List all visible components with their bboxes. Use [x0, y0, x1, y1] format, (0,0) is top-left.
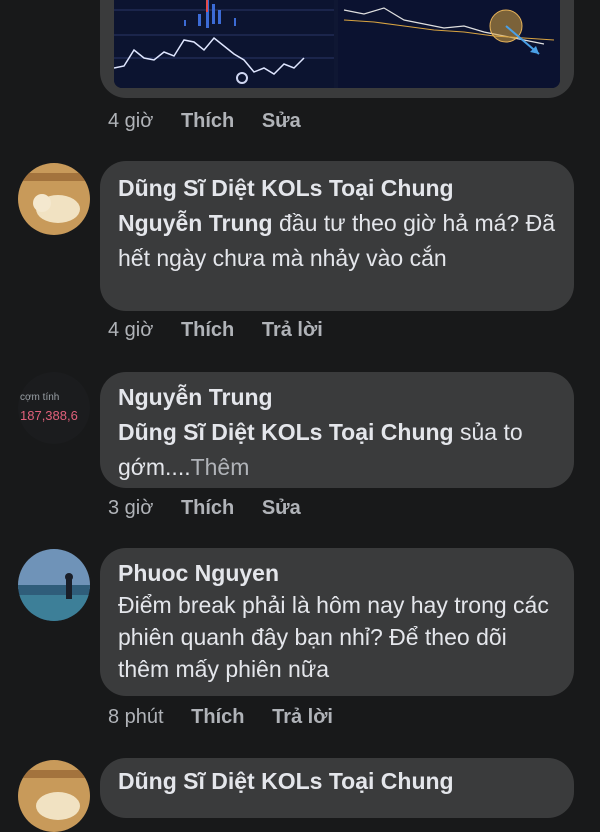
- like-button[interactable]: Thích: [181, 497, 234, 519]
- comment-bubble[interactable]: Nguyễn Trung Dũng Sĩ Diệt KOLs Toại Chun…: [100, 372, 574, 488]
- avatar-number: 187,388,6: [20, 408, 78, 423]
- comment-bubble[interactable]: Dũng Sĩ Diệt KOLs Toại Chung: [100, 758, 574, 818]
- comment-author[interactable]: Dũng Sĩ Diệt KOLs Toại Chung: [118, 768, 556, 795]
- avatar[interactable]: cợm tính 187,388,6: [18, 372, 90, 444]
- reply-button[interactable]: Trả lời: [262, 319, 323, 341]
- time-label: 3 giờ: [108, 497, 154, 519]
- like-button[interactable]: Thích: [181, 110, 234, 132]
- comment-bubble[interactable]: Dũng Sĩ Diệt KOLs Toại Chung Nguyễn Trun…: [100, 161, 574, 311]
- time-label: 8 phút: [108, 706, 164, 728]
- comment-bubble[interactable]: Phuoc Nguyen Điểm break phải là hôm nay …: [100, 548, 574, 696]
- mention-link[interactable]: Dũng Sĩ Diệt KOLs Toại Chung: [118, 419, 454, 445]
- comment-actions: 3 giờ Thích Sửa: [108, 497, 323, 520]
- like-button[interactable]: Thích: [191, 706, 244, 728]
- reply-button[interactable]: Trả lời: [272, 706, 333, 728]
- image-attachment-card[interactable]: [100, 0, 574, 98]
- time-label: 4 giờ: [108, 319, 154, 341]
- edit-button[interactable]: Sửa: [262, 110, 301, 132]
- comment-actions: 4 giờ Thích Trả lời: [108, 319, 345, 342]
- comment-actions: 8 phút Thích Trả lời: [108, 706, 355, 729]
- comment-text: Điểm break phải là hôm nay hay trong các…: [118, 592, 549, 682]
- mention-link[interactable]: Nguyễn Trung: [118, 210, 273, 236]
- like-button[interactable]: Thích: [181, 319, 234, 341]
- comment-author[interactable]: Nguyễn Trung: [118, 384, 556, 411]
- image-post-actions: 4 giờ Thích Sửa: [108, 110, 323, 133]
- avatar[interactable]: [18, 163, 90, 235]
- edit-button[interactable]: Sửa: [262, 497, 301, 519]
- comment-author[interactable]: Dũng Sĩ Diệt KOLs Toại Chung: [118, 175, 556, 202]
- avatar[interactable]: [18, 549, 90, 621]
- avatar[interactable]: [18, 760, 90, 832]
- comment-author[interactable]: Phuoc Nguyen: [118, 560, 556, 587]
- chart-screenshot-image[interactable]: [114, 0, 560, 88]
- avatar-caption: cợm tính: [20, 392, 60, 403]
- see-more-link[interactable]: Thêm: [191, 454, 250, 480]
- time-label: 4 giờ: [108, 110, 154, 132]
